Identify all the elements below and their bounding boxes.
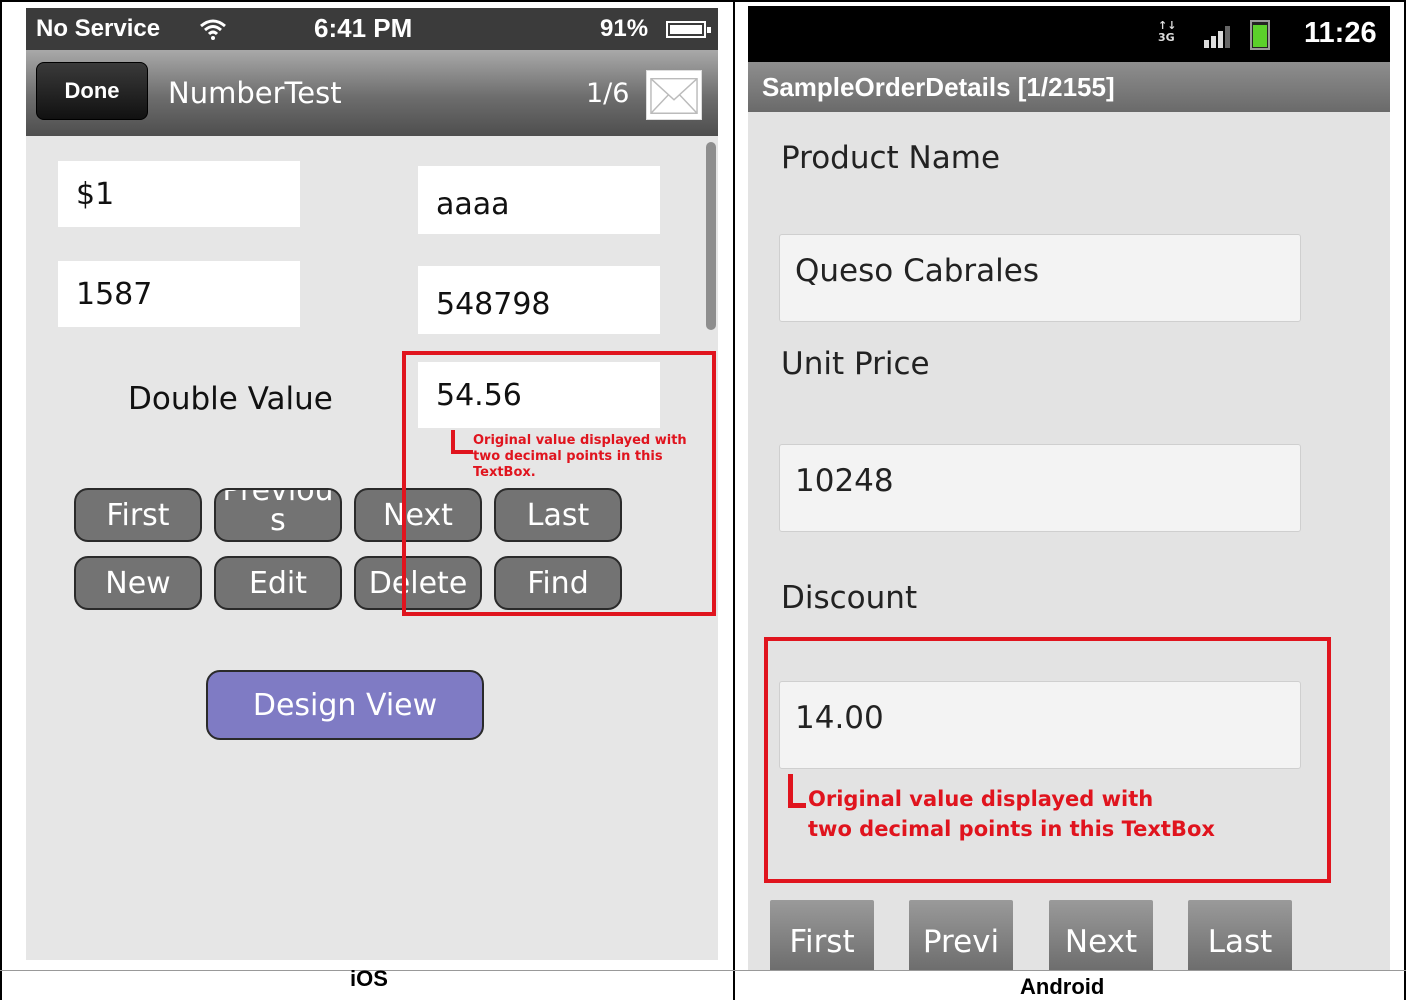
product-name-field[interactable]: Queso Cabrales bbox=[779, 234, 1301, 322]
text-field-2[interactable]: aaaa bbox=[418, 166, 660, 234]
scrollbar[interactable] bbox=[706, 142, 716, 330]
signal-icon bbox=[1204, 26, 1232, 48]
ios-caption: iOS bbox=[350, 966, 388, 991]
first-button[interactable]: First bbox=[74, 488, 202, 542]
double-value-label: Double Value bbox=[128, 381, 333, 417]
frame-caption-line bbox=[0, 970, 1406, 971]
battery-icon bbox=[1250, 20, 1270, 50]
product-name-label: Product Name bbox=[781, 140, 1001, 176]
wifi-icon bbox=[200, 19, 226, 40]
last-button[interactable]: Last bbox=[1188, 900, 1292, 970]
frame-left bbox=[0, 0, 2, 1000]
previous-label: Previous bbox=[222, 488, 334, 538]
android-highlight-box bbox=[764, 637, 1331, 883]
next-button[interactable]: Next bbox=[1049, 900, 1153, 970]
frame-top bbox=[0, 0, 1406, 2]
android-callout-text: Original value displayed with two decima… bbox=[808, 787, 1215, 841]
mail-icon[interactable] bbox=[646, 70, 702, 120]
design-view-button[interactable]: Design View bbox=[206, 670, 484, 740]
android-title-bar: SampleOrderDetails [1/2155] bbox=[748, 62, 1390, 112]
frame-divider bbox=[733, 0, 735, 1000]
unit-price-field[interactable]: 10248 bbox=[779, 444, 1301, 532]
android-screen: ↑↓ 3G 11:26 SampleOrderDetails [1/2155] P… bbox=[748, 6, 1390, 970]
network-type-icon: ↑↓ 3G bbox=[1158, 19, 1177, 44]
unit-price-label: Unit Price bbox=[781, 346, 930, 382]
ios-clock: 6:41 PM bbox=[314, 13, 413, 43]
battery-icon bbox=[666, 21, 711, 38]
discount-label: Discount bbox=[781, 580, 918, 616]
done-button[interactable]: Done bbox=[36, 62, 148, 120]
carrier-text: No Service bbox=[36, 15, 161, 42]
previous-button[interactable]: Previous bbox=[214, 488, 342, 542]
new-button[interactable]: New bbox=[74, 556, 202, 610]
android-caption: Android bbox=[1020, 974, 1105, 999]
text-field-4[interactable]: 548798 bbox=[418, 266, 660, 334]
android-callout-pointer-foot bbox=[788, 803, 806, 808]
first-button[interactable]: First bbox=[770, 900, 874, 970]
network-type-text: 3G bbox=[1158, 31, 1175, 44]
ios-status-bar: No Service 6:41 PM 91% bbox=[26, 8, 718, 50]
previous-button[interactable]: Previ bbox=[909, 900, 1013, 970]
battery-percent: 91% bbox=[600, 15, 649, 42]
ios-nav-bar: Done NumberTest 1/6 bbox=[26, 50, 718, 136]
ios-callout-pointer-foot bbox=[451, 450, 473, 454]
ios-highlight-box bbox=[402, 351, 716, 616]
record-counter: 1/6 bbox=[586, 78, 630, 109]
text-field-3[interactable]: 1587 bbox=[58, 261, 300, 327]
page-title: NumberTest bbox=[168, 76, 342, 110]
ios-callout-text: Original value displayed with two decima… bbox=[473, 433, 687, 480]
edit-button[interactable]: Edit bbox=[214, 556, 342, 610]
android-clock: 11:26 bbox=[1304, 17, 1377, 49]
android-status-bar: ↑↓ 3G 11:26 bbox=[748, 6, 1390, 62]
text-field-1[interactable]: $1 bbox=[58, 161, 300, 227]
